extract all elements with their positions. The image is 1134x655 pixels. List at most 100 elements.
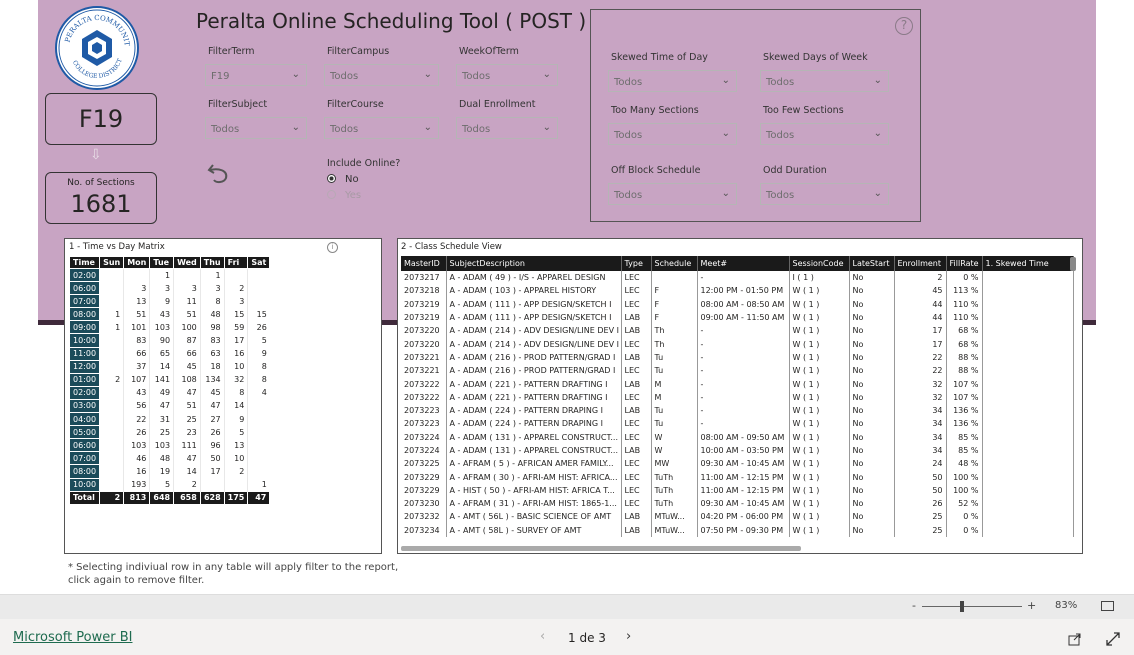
table-row[interactable]: 2073232 A - AMT ( 56L ) - BASIC SCIENCE O… (401, 510, 1074, 524)
table-row[interactable]: 2073222 A - ADAM ( 221 ) - PATTERN DRAFTI… (401, 377, 1074, 391)
dual-enrollment-dropdown[interactable]: Todos ⌄ (456, 117, 558, 139)
table-row[interactable]: 2073229 A - AFRAM ( 30 ) - AFRI-AM HIST: … (401, 470, 1074, 484)
schedule-header-cell[interactable]: FillRate (946, 256, 983, 271)
filter-term-dropdown[interactable]: F19 ⌄ (205, 64, 307, 86)
next-page-icon[interactable]: › (626, 629, 631, 644)
schedule-header-cell[interactable]: SubjectDescription (446, 256, 622, 271)
matrix-cell: 9 (223, 412, 248, 426)
matrix-row[interactable]: 03:00 56 47 51 47 14 (68, 398, 270, 414)
schedule-header-cell[interactable]: Type (621, 256, 652, 271)
matrix-row[interactable]: 10:00 193 5 2 1 (68, 477, 270, 492)
table-row[interactable]: 2073222 A - ADAM ( 221 ) - PATTERN DRAFTI… (401, 390, 1074, 404)
fullscreen-icon[interactable] (1106, 631, 1120, 650)
matrix-header-cell[interactable]: Wed (173, 256, 201, 269)
info-icon[interactable]: i (327, 242, 338, 253)
matrix-row[interactable]: 12:00 37 14 45 18 10 8 (68, 359, 270, 374)
share-icon[interactable] (1068, 631, 1082, 650)
skewed-time-dropdown[interactable]: Todos ⌄ (608, 70, 737, 92)
schedule-header-cell[interactable]: Meet# (697, 256, 790, 271)
table-row[interactable]: 2073223 A - ADAM ( 224 ) - PATTERN DRAPIN… (401, 417, 1074, 431)
filter-campus-dropdown[interactable]: Todos ⌄ (324, 64, 439, 86)
matrix-row[interactable]: 05:00 26 25 23 26 5 (68, 425, 270, 440)
off-block-dropdown[interactable]: Todos ⌄ (608, 183, 737, 205)
odd-duration-dropdown[interactable]: Todos ⌄ (760, 183, 889, 205)
too-few-sections-dropdown[interactable]: Todos ⌄ (760, 123, 889, 145)
table-row[interactable]: 2073234 A - AMT ( 58L ) - SURVEY OF AMT LA… (401, 523, 1074, 537)
online-option-no[interactable]: No (327, 174, 359, 185)
horizontal-scrollbar[interactable] (401, 546, 801, 551)
schedule-cell: 50 (894, 470, 947, 484)
schedule-header-cell[interactable]: Enrollment (894, 256, 947, 271)
matrix-row[interactable]: 08:00 1 51 43 51 48 15 15 (68, 307, 270, 322)
matrix-cell: 11 (173, 294, 201, 308)
table-row[interactable]: 2073219 A - ADAM ( 111 ) - APP DESIGN/SKE… (401, 310, 1074, 325)
matrix-header-cell[interactable]: Sun (99, 256, 125, 269)
table-row[interactable]: 2073218 A - ADAM ( 103 ) - APPAREL HISTOR… (401, 284, 1074, 298)
schedule-cell: LAB (621, 510, 652, 524)
schedule-cell: 09:30 AM - 10:45 AM (697, 457, 790, 471)
schedule-header-cell[interactable]: SessionCode (789, 256, 850, 271)
matrix-row[interactable]: 06:00 3 3 3 3 2 (68, 281, 270, 296)
schedule-cell: W ( 1 ) (789, 443, 850, 458)
skewed-days-dropdown[interactable]: Todos ⌄ (760, 70, 889, 92)
zoom-slider[interactable] (922, 606, 1022, 607)
matrix-row[interactable]: 02:00 43 49 47 45 8 4 (68, 385, 270, 400)
too-few-sections-label: Too Few Sections (763, 105, 844, 116)
matrix-header-cell[interactable]: Time (68, 256, 101, 269)
matrix-row[interactable]: 07:00 46 48 47 50 10 (68, 451, 270, 466)
matrix-cell: 1 (149, 268, 174, 282)
matrix-header-cell[interactable]: Fri (223, 256, 249, 269)
matrix-row[interactable]: 06:00 103 103 111 96 13 (68, 438, 270, 453)
online-option-yes[interactable]: Yes (327, 190, 361, 201)
matrix-cell: 49 (149, 386, 174, 400)
matrix-row[interactable]: 09:00 1 101 103 100 98 59 26 (68, 320, 270, 335)
zoom-in-button[interactable]: + (1027, 599, 1036, 612)
table-row[interactable]: 2073221 A - ADAM ( 216 ) - PROD PATTERN/G… (401, 350, 1074, 365)
filter-course-dropdown[interactable]: Todos ⌄ (324, 117, 439, 139)
matrix-cell: 16 (123, 464, 150, 478)
help-icon[interactable]: ? (895, 17, 913, 35)
schedule-cell: W ( 1 ) (789, 324, 850, 338)
matrix-cell (99, 451, 124, 465)
matrix-total-row[interactable]: Total 2 813 648 658 628 175 47 (68, 490, 271, 505)
table-row[interactable]: 2073225 A - AFRAM ( 5 ) - AFRICAN AMER FA… (401, 457, 1074, 471)
matrix-cell: 96 (199, 438, 225, 452)
table-row[interactable]: 2073219 A - ADAM ( 111 ) - APP DESIGN/SKE… (401, 297, 1074, 311)
table-row[interactable]: 2073221 A - ADAM ( 216 ) - PROD PATTERN/G… (401, 364, 1074, 378)
matrix-row[interactable]: 08:00 16 19 14 17 2 (68, 464, 270, 479)
schedule-header-cell[interactable]: 1. Skewed Time (982, 256, 1074, 271)
matrix-header-cell[interactable]: Tue (149, 256, 175, 269)
schedule-header-cell[interactable]: MasterID (401, 256, 447, 271)
schedule-header-cell[interactable]: Schedule (651, 256, 698, 271)
matrix-row[interactable]: 10:00 83 90 87 83 17 5 (68, 333, 270, 348)
matrix-row[interactable]: 11:00 66 65 66 63 16 9 (68, 346, 270, 361)
matrix-header-cell[interactable]: Thu (199, 256, 225, 269)
table-row[interactable]: 2073224 A - ADAM ( 131 ) - APPAREL CONSTR… (401, 443, 1074, 458)
fit-to-page-icon[interactable] (1101, 601, 1114, 611)
matrix-header-cell[interactable]: Sat (247, 256, 271, 269)
matrix-header-cell[interactable]: Mon (123, 256, 151, 269)
matrix-row[interactable]: 01:00 2 107 141 108 134 32 8 (68, 372, 270, 387)
schedule-cell: 107 % (946, 390, 983, 404)
schedule-header-cell[interactable]: LateStart (849, 256, 895, 271)
table-row[interactable]: 2073220 A - ADAM ( 214 ) - ADV DESIGN/LIN… (401, 337, 1074, 351)
too-many-sections-dropdown[interactable]: Todos ⌄ (608, 123, 737, 145)
matrix-row[interactable]: 04:00 22 31 25 27 9 (68, 412, 270, 427)
table-row[interactable]: 2073220 A - ADAM ( 214 ) - ADV DESIGN/LIN… (401, 324, 1074, 338)
prev-page-icon[interactable]: ‹ (540, 629, 545, 644)
reset-filters-button[interactable] (206, 160, 232, 190)
table-row[interactable]: 2073229 A - HIST ( 50 ) - AFRI-AM HIST: A… (401, 483, 1074, 498)
power-bi-link[interactable]: Microsoft Power BI (13, 630, 132, 645)
table-row[interactable]: 2073224 A - ADAM ( 131 ) - APPAREL CONSTR… (401, 430, 1074, 444)
filter-subject-dropdown[interactable]: Todos ⌄ (205, 117, 307, 139)
vertical-scrollbar[interactable] (1070, 257, 1076, 271)
zoom-slider-handle[interactable] (960, 601, 964, 612)
matrix-row[interactable]: 02:00 1 1 (68, 267, 270, 283)
table-row[interactable]: 2073223 A - ADAM ( 224 ) - PATTERN DRAPIN… (401, 403, 1074, 418)
table-row[interactable]: 2073217 A - ADAM ( 49 ) - I/S - APPAREL D… (401, 271, 1074, 285)
zoom-out-button[interactable]: - (912, 599, 916, 612)
schedule-cell (651, 271, 698, 285)
week-of-term-dropdown[interactable]: Todos ⌄ (456, 64, 558, 86)
matrix-row[interactable]: 07:00 13 9 11 8 3 (68, 294, 270, 309)
table-row[interactable]: 2073230 A - AFRAM ( 31 ) - AFRI-AM HIST: … (401, 497, 1074, 511)
